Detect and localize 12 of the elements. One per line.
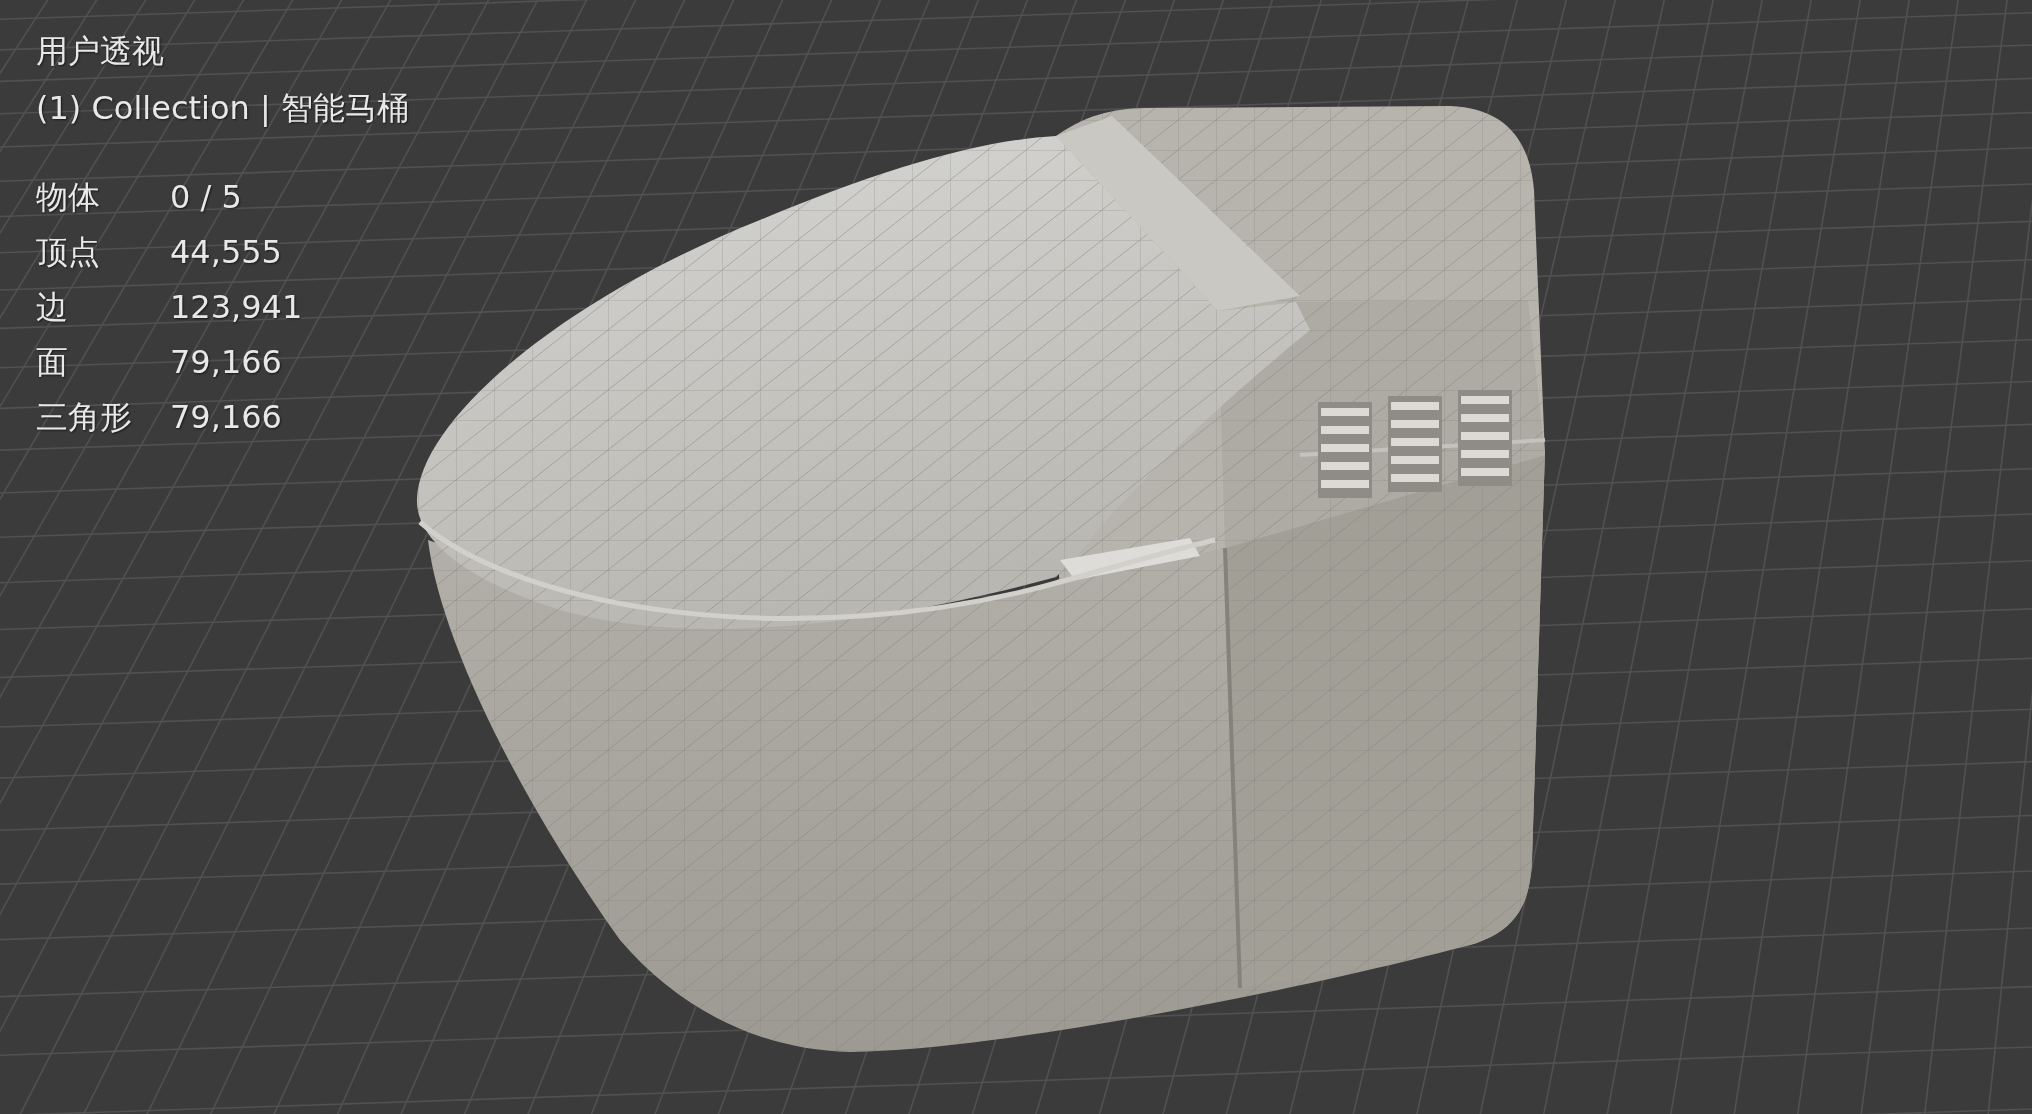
stat-value: 44,555 [170,233,282,271]
stat-label: 三角形 [36,398,132,436]
view-mode-label: 用户透视 [36,32,164,70]
stat-value: 0 / 5 [170,178,242,216]
collection-label: (1) Collection | 智能马桶 [36,89,409,127]
stat-value: 79,166 [170,398,282,436]
stat-label: 物体 [36,178,100,216]
stat-value: 79,166 [170,343,282,381]
stat-label: 边 [36,288,68,326]
stat-label: 面 [36,343,68,381]
stat-label: 顶点 [36,233,100,271]
stat-value: 123,941 [170,288,303,326]
